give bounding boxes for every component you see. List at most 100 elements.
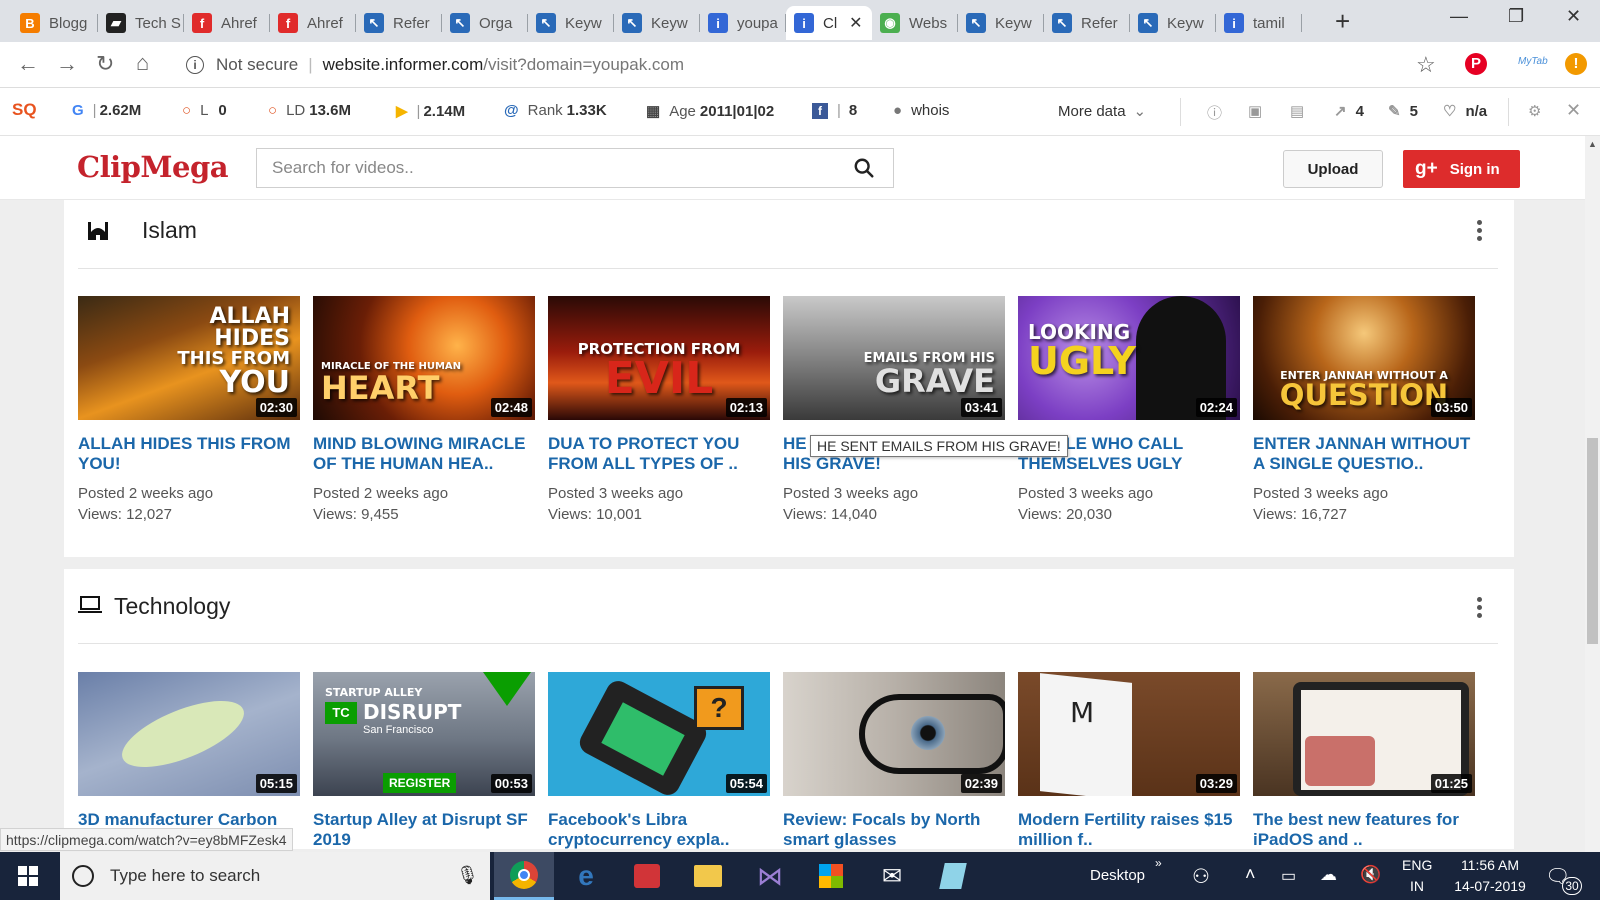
browser-tab[interactable]: ↖ Keyw	[528, 6, 614, 40]
desktop-toolbar-label[interactable]: Desktop	[1090, 867, 1145, 884]
home-icon[interactable]: ⌂	[136, 50, 149, 76]
battery-icon[interactable]: ▭	[1281, 866, 1296, 886]
close-tab-icon[interactable]: ✕	[849, 13, 862, 33]
video-thumbnail[interactable]: EMAILS FROM HIS GRAVE 03:41	[783, 296, 1005, 420]
bing-index-item[interactable]: ▶ | 2.14M	[396, 102, 465, 121]
video-title-link[interactable]: Review: Focals by North smart glasses	[783, 810, 1005, 849]
video-card[interactable]: MIRACLE OF THE HUMAN HEART 02:48 MIND BLO…	[313, 296, 535, 523]
video-title-link[interactable]: MIND BLOWING MIRACLE OF THE HUMAN HEA..	[313, 434, 535, 474]
back-icon[interactable]: ←	[17, 51, 39, 77]
file-explorer-taskbar-icon[interactable]	[678, 852, 738, 900]
pinterest-extension-icon[interactable]: P	[1465, 53, 1487, 75]
browser-tab[interactable]: ↖ Keyw	[614, 6, 700, 40]
edge-taskbar-icon[interactable]: e	[556, 852, 616, 900]
video-thumbnail[interactable]: PROTECTION FROM EVIL 02:13	[548, 296, 770, 420]
windows-start-icon[interactable]	[18, 866, 38, 886]
page-scrollbar[interactable]: ▲	[1585, 136, 1600, 852]
close-window-icon[interactable]: ✕	[1566, 6, 1581, 27]
video-card[interactable]: 05:15 3D manufacturer Carbon	[78, 672, 300, 849]
external-links-item[interactable]: ↗ 4	[1334, 102, 1364, 121]
links-item[interactable]: ○ L 0	[182, 102, 227, 119]
clock-date[interactable]: 14-07-2019	[1445, 878, 1535, 894]
new-tab-button[interactable]: +	[1335, 8, 1350, 34]
more-data-dropdown[interactable]: More data ⌄	[1058, 102, 1146, 121]
browser-tab[interactable]: ▰ Tech S	[98, 6, 184, 40]
reload-icon[interactable]: ↻	[96, 51, 114, 77]
language-indicator[interactable]: ENG	[1402, 857, 1432, 873]
scroll-up-icon[interactable]: ▲	[1588, 139, 1597, 149]
restore-icon[interactable]: ❐	[1508, 6, 1524, 27]
browser-tab[interactable]: f Ahref	[184, 6, 270, 40]
bookmark-star-icon[interactable]: ☆	[1416, 52, 1436, 78]
more-vert-icon[interactable]	[1477, 220, 1483, 241]
video-title-link[interactable]: DUA TO PROTECT YOU FROM ALL TYPES OF ..	[548, 434, 770, 474]
video-card[interactable]: ALLAH HIDES THIS FROM YOU 02:30 ALLAH HIDES…	[78, 296, 300, 523]
video-thumbnail[interactable]: LOOKING UGLY 02:24	[1018, 296, 1240, 420]
settings-gear-icon[interactable]: ⚙	[1528, 102, 1541, 120]
browser-tab[interactable]: f Ahref	[270, 6, 356, 40]
browser-tab[interactable]: ↖ Keyw	[1130, 6, 1216, 40]
taskbar-search-box[interactable]: Type here to search 🎙	[60, 852, 490, 900]
video-title-link[interactable]: The best new features for iPadOS and ..	[1253, 810, 1475, 849]
browser-tab[interactable]: ↖ Orga	[442, 6, 528, 40]
browser-tab[interactable]: i tamil	[1216, 6, 1302, 40]
reader-taskbar-icon[interactable]	[617, 852, 677, 900]
info-icon[interactable]: ⓘ	[1207, 102, 1222, 123]
browser-tab[interactable]: ↖ Refer	[1044, 6, 1130, 40]
video-title-link[interactable]: Startup Alley at Disrupt SF 2019	[313, 810, 535, 849]
store-taskbar-icon[interactable]	[801, 852, 861, 900]
internal-links-item[interactable]: ✎ 5	[1388, 102, 1418, 121]
video-card[interactable]: 01:25 The best new features for iPadOS a…	[1253, 672, 1475, 849]
browser-tab[interactable]: ↖ Keyw	[958, 6, 1044, 40]
upload-button[interactable]: Upload	[1283, 150, 1383, 188]
clipmega-logo[interactable]: ClipMega	[77, 150, 229, 184]
browser-tab[interactable]: B Blogg	[12, 6, 98, 40]
mail-taskbar-icon[interactable]: ✉	[862, 852, 922, 900]
browser-tab[interactable]: i Cl ✕	[786, 6, 872, 40]
video-title-link[interactable]: Facebook's Libra cryptocurrency expla..	[548, 810, 770, 849]
video-thumbnail[interactable]: ALLAH HIDES THIS FROM YOU 02:30	[78, 296, 300, 420]
onedrive-icon[interactable]: ☁	[1320, 865, 1337, 885]
search-input[interactable]	[257, 149, 817, 187]
video-thumbnail[interactable]: 01:25	[1253, 672, 1475, 796]
video-card[interactable]: PROTECTION FROM EVIL 02:13 DUA TO PROTECT…	[548, 296, 770, 523]
video-title-link[interactable]: ALLAH HIDES THIS FROM YOU!	[78, 434, 300, 474]
video-card[interactable]: ? 05:54 Facebook's Libra cryptocurrency …	[548, 672, 770, 849]
info-icon[interactable]: i	[186, 56, 204, 74]
video-card[interactable]: STARTUP ALLEY TC DISRUPT San Francisco R…	[313, 672, 535, 849]
scrollbar-thumb[interactable]	[1587, 438, 1598, 644]
more-vert-icon[interactable]	[1477, 597, 1483, 618]
browser-tab[interactable]: ↖ Refer	[356, 6, 442, 40]
url-path[interactable]: /visit?domain=youpak.com	[483, 55, 684, 75]
notes-taskbar-icon[interactable]	[923, 852, 983, 900]
video-thumbnail[interactable]: ENTER JANNAH WITHOUT A QUESTION 03:50	[1253, 296, 1475, 420]
video-title-link[interactable]: Modern Fertility raises $15 million f..	[1018, 810, 1240, 849]
video-card[interactable]: 02:39 Review: Focals by North smart glas…	[783, 672, 1005, 849]
search-icon[interactable]	[853, 157, 875, 179]
section-title[interactable]: Islam	[142, 217, 197, 244]
video-card[interactable]: LOOKING UGLY 02:24 PEOPLE WHO CALL THEMSE…	[1018, 296, 1240, 523]
forward-icon[interactable]: →	[56, 51, 78, 77]
toolbar-expand-icon[interactable]: »	[1155, 856, 1162, 870]
facebook-item[interactable]: f | 8	[812, 102, 857, 119]
browser-tab[interactable]: ◉ Webs	[872, 6, 958, 40]
video-thumbnail[interactable]: M 03:29	[1018, 672, 1240, 796]
people-icon[interactable]: ⚇	[1192, 864, 1210, 889]
seoquake-logo-icon[interactable]: SQ	[12, 100, 37, 120]
health-item[interactable]: ♡ n/a	[1443, 102, 1487, 121]
mytab-extension-icon[interactable]: MyTab	[1518, 56, 1548, 67]
microphone-icon[interactable]: 🎙	[456, 865, 479, 886]
show-hidden-icons-chevron[interactable]: ˄	[1245, 864, 1256, 885]
video-thumbnail[interactable]: 05:15	[78, 672, 300, 796]
diagnosis-icon[interactable]: ▤	[1290, 102, 1304, 120]
linking-domains-item[interactable]: ○ LD 13.6M	[268, 102, 351, 119]
video-thumbnail[interactable]: 02:39	[783, 672, 1005, 796]
chrome-taskbar-icon[interactable]	[494, 852, 554, 900]
volume-muted-icon[interactable]: 🔇	[1360, 865, 1381, 885]
region-indicator[interactable]: IN	[1410, 878, 1424, 894]
rank-item[interactable]: @ Rank 1.33K	[504, 102, 607, 119]
density-icon[interactable]: ▣	[1248, 102, 1262, 120]
not-secure-label[interactable]: Not secure	[216, 55, 298, 75]
update-alert-icon[interactable]: !	[1565, 53, 1587, 75]
video-thumbnail[interactable]: ? 05:54	[548, 672, 770, 796]
